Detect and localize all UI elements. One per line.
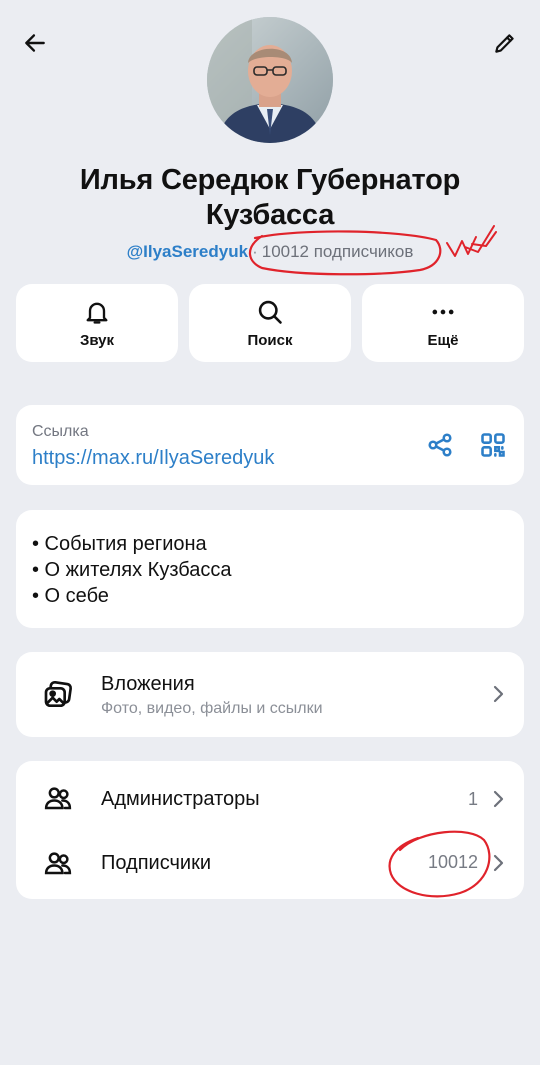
more-label: Ещё	[427, 331, 459, 349]
qr-code-icon	[481, 433, 505, 457]
subscribers-row[interactable]: Подписчики 10012	[16, 830, 524, 899]
sound-label: Звук	[79, 331, 115, 349]
link-url[interactable]: https://max.ru/IlyaSeredyuk	[32, 447, 274, 470]
attachments-title: Вложения	[101, 673, 195, 695]
search-label: Поиск	[247, 331, 293, 349]
qr-code-button[interactable]	[479, 431, 507, 459]
profile-photo	[207, 17, 333, 143]
chevron-right-icon	[491, 853, 505, 873]
link-card: Ссылка https://max.ru/IlyaSeredyuk	[16, 405, 524, 485]
profile-handle[interactable]: @IlyaSeredyuk	[127, 242, 248, 261]
more-button[interactable]: Ещё	[362, 284, 524, 362]
chevron-right-icon	[491, 789, 505, 809]
users-icon	[43, 848, 75, 880]
sound-button[interactable]: Звук	[16, 284, 178, 362]
search-icon	[258, 300, 282, 324]
more-dots-icon	[432, 309, 454, 314]
attachments-subtitle: Фото, видео, файлы и ссылки	[101, 700, 323, 717]
admins-label: Администраторы	[101, 788, 260, 810]
admins-row[interactable]: Администраторы 1	[16, 761, 524, 830]
arrow-left-icon	[25, 34, 45, 52]
profile-meta: @IlyaSeredyuk · 10012 подписчиков	[0, 240, 540, 264]
description-card: • События региона • О жителях Кузбасса •…	[16, 510, 524, 628]
back-button[interactable]	[13, 21, 57, 65]
meta-separator: ·	[252, 242, 258, 261]
profile-title: Илья Середюк Губернатор Кузбасса	[79, 164, 461, 231]
bell-icon	[86, 302, 108, 324]
avatar[interactable]	[207, 17, 333, 143]
subscribers-label: Подписчики	[101, 852, 212, 874]
share-button[interactable]	[426, 431, 454, 459]
subscribers-count: 10012	[427, 852, 478, 872]
action-buttons: Звук Поиск Ещё	[16, 284, 524, 362]
attachments-row[interactable]: Вложения Фото, видео, файлы и ссылки	[16, 652, 524, 737]
gallery-icon	[42, 679, 74, 711]
edit-button[interactable]	[483, 21, 527, 65]
link-caption: Ссылка	[32, 423, 89, 440]
description-text: • События региона • О жителях Кузбасса •…	[32, 533, 232, 607]
subscribers-count-text: 10012 подписчиков	[261, 242, 414, 261]
admins-count: 1	[467, 789, 478, 809]
users-icon	[43, 783, 75, 815]
share-icon	[428, 433, 452, 457]
people-card: Администраторы 1 Подписчики 10012	[16, 761, 524, 899]
chevron-right-icon	[491, 684, 505, 704]
search-button[interactable]: Поиск	[189, 284, 351, 362]
pencil-icon	[495, 34, 514, 53]
